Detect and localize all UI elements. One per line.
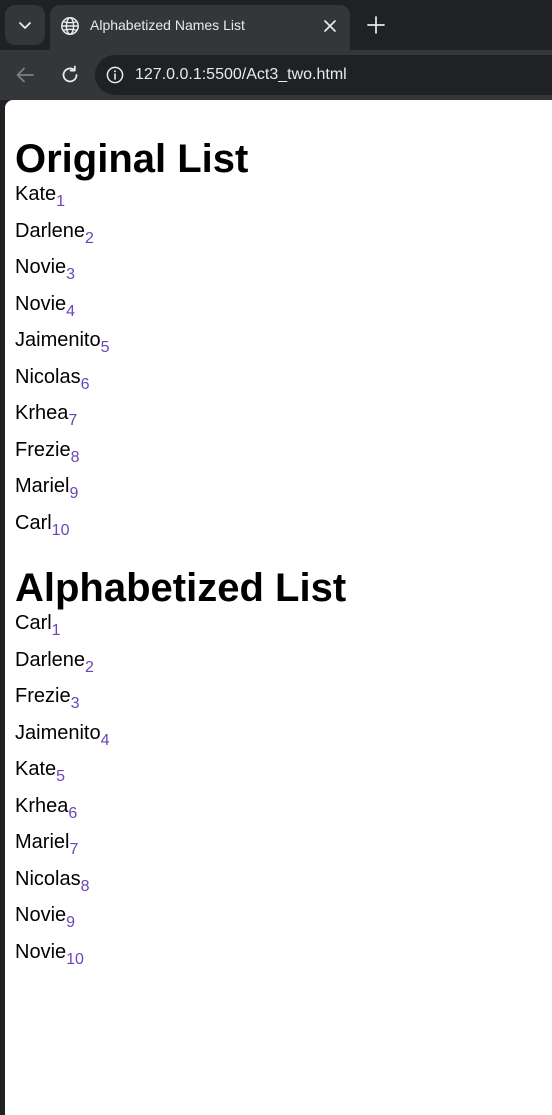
list-item: Frezie8: [15, 438, 547, 475]
page-viewport: Original List Kate1 Darlene2 Novie3 Novie4 J…: [5, 100, 552, 1115]
list-item: Novie3: [15, 255, 547, 292]
list-item: Nicolas6: [15, 365, 547, 402]
name-text: Krhea: [15, 794, 69, 817]
name-text: Frezie: [15, 438, 71, 461]
name-text: Novie: [15, 256, 67, 278]
tab-search-button[interactable]: [5, 5, 45, 45]
index-subscript: 3: [70, 695, 80, 712]
name-text: Darlene: [15, 219, 86, 242]
active-tab[interactable]: Alphabetized Names List: [50, 5, 350, 50]
index-subscript: 8: [70, 448, 80, 466]
browser-toolbar: 127.0.0.1:5500/Act3_two.html: [0, 50, 552, 100]
arrow-left-icon: [16, 67, 34, 83]
list-item: Novie9: [15, 903, 547, 940]
reload-button[interactable]: [57, 62, 83, 88]
chevron-down-icon: [19, 22, 31, 29]
name-text: Frezie: [15, 685, 71, 707]
list-item: Carl1: [15, 611, 547, 648]
index-subscript: 6: [68, 804, 78, 822]
index-subscript: 9: [69, 485, 79, 502]
list-item: Novie10: [15, 940, 547, 977]
list-item: Kate5: [15, 757, 547, 794]
info-icon[interactable]: [106, 66, 124, 84]
name-text: Novie: [15, 904, 67, 926]
index-subscript: 3: [66, 266, 76, 283]
address-bar[interactable]: 127.0.0.1:5500/Act3_two.html: [95, 55, 552, 95]
list-item: Frezie3: [15, 684, 547, 721]
name-text: Carl: [15, 511, 52, 534]
new-tab-button[interactable]: [362, 11, 390, 39]
index-subscript: 4: [66, 302, 76, 320]
list-item: Darlene2: [15, 648, 547, 685]
list-item: Jaimenito4: [15, 721, 547, 758]
alphabetized-list: Carl1 Darlene2 Frezie3 Jaimenito4 Kate5 Krhea…: [15, 611, 547, 976]
tab-close-button[interactable]: [318, 14, 342, 38]
name-text: Mariel: [15, 831, 70, 853]
list-item: Carl10: [15, 511, 547, 548]
list-item: Kate1: [15, 182, 547, 219]
name-text: Jaimenito: [15, 329, 101, 351]
name-text: Kate: [15, 758, 57, 780]
plus-icon: [367, 16, 385, 34]
list-item: Krhea7: [15, 401, 547, 438]
globe-icon: [61, 17, 79, 35]
original-list-heading: Original List: [15, 137, 249, 181]
list-item: Jaimenito5: [15, 328, 547, 365]
list-item: Nicolas8: [15, 867, 547, 904]
index-subscript: 5: [56, 768, 66, 785]
tab-strip: Alphabetized Names List: [0, 0, 552, 50]
index-subscript: 10: [66, 950, 84, 968]
name-text: Krhea: [15, 402, 69, 424]
index-subscript: 1: [51, 622, 61, 639]
name-text: Novie: [15, 292, 67, 315]
tab-title: Alphabetized Names List: [90, 17, 245, 33]
list-item: Krhea6: [15, 794, 547, 831]
name-text: Kate: [15, 183, 57, 205]
name-text: Novie: [15, 940, 67, 963]
list-item: Mariel7: [15, 830, 547, 867]
index-subscript: 10: [51, 521, 70, 539]
index-subscript: 7: [69, 841, 79, 858]
name-text: Mariel: [15, 475, 70, 497]
index-subscript: 1: [56, 193, 66, 210]
close-icon: [324, 20, 336, 32]
page-content: Original List Kate1 Darlene2 Novie3 Novie4 J…: [5, 100, 552, 976]
name-text: Carl: [15, 612, 52, 634]
list-item: Darlene2: [15, 219, 547, 256]
back-button[interactable]: [12, 62, 38, 88]
name-text: Nicolas: [15, 365, 81, 388]
index-subscript: 4: [100, 731, 110, 749]
index-subscript: 9: [66, 914, 76, 931]
list-item: Novie4: [15, 292, 547, 329]
index-subscript: 7: [68, 412, 78, 429]
index-subscript: 8: [80, 877, 90, 895]
name-text: Jaimenito: [15, 721, 101, 744]
name-text: Nicolas: [15, 867, 81, 890]
alphabetized-list-heading: Alphabetized List: [15, 566, 347, 610]
reload-icon: [62, 65, 78, 83]
index-subscript: 2: [85, 658, 94, 676]
index-subscript: 5: [100, 339, 110, 356]
index-subscript: 6: [80, 375, 90, 393]
index-subscript: 2: [85, 229, 94, 247]
url-text: 127.0.0.1:5500/Act3_two.html: [135, 66, 347, 83]
name-text: Darlene: [15, 648, 86, 671]
original-list: Kate1 Darlene2 Novie3 Novie4 Jaimenito5 Nicol…: [15, 182, 547, 547]
list-item: Mariel9: [15, 474, 547, 511]
